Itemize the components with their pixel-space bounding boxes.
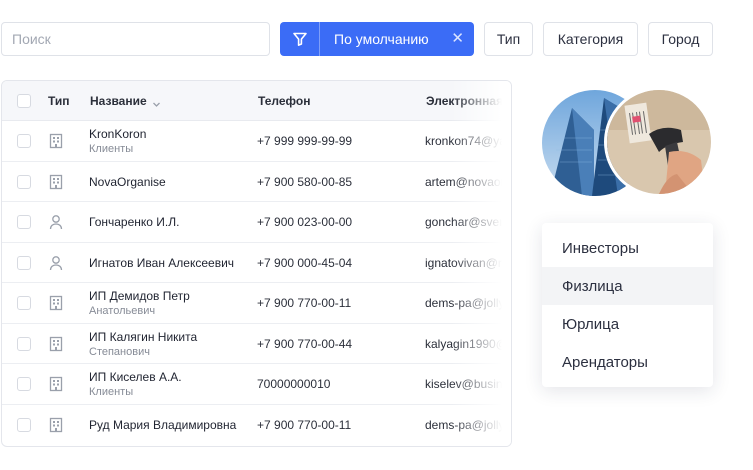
category-menu: Инвесторы Физлица Юрлица Арендаторы xyxy=(542,223,713,387)
row-name-text: NovaOrganise xyxy=(89,174,166,189)
table-row[interactable]: KronKoron Клиенты +7 999 999-99-99 kronkon7… xyxy=(2,121,511,162)
row-phone: +7 900 000-45-04 xyxy=(257,255,353,270)
row-checkbox[interactable] xyxy=(17,174,31,189)
category-filter-chip[interactable]: Категория xyxy=(543,22,638,56)
clear-filter-icon[interactable]: ✕ xyxy=(451,30,464,48)
building-icon xyxy=(49,417,65,435)
person-icon xyxy=(49,255,65,273)
row-checkbox[interactable] xyxy=(17,336,31,351)
row-phone: +7 900 770-00-11 xyxy=(257,417,352,432)
column-header-phone[interactable]: Телефон xyxy=(258,94,310,108)
row-name[interactable]: ИП Демидов Петр Анатольевич xyxy=(89,288,190,319)
menu-item-tenants[interactable]: Арендаторы xyxy=(542,343,713,381)
row-email[interactable]: artem@novaor xyxy=(425,175,505,189)
building-icon xyxy=(49,336,65,354)
table-row[interactable]: ИП Демидов Петр Анатольевич +7 900 770-00-… xyxy=(2,283,511,324)
building-icon xyxy=(49,133,65,151)
type-filter-chip[interactable]: Тип xyxy=(484,22,533,56)
table-row[interactable]: ИП Калягин Никита Степанович +7 900 770-00… xyxy=(2,324,511,364)
row-phone: 70000000010 xyxy=(257,377,331,391)
filter-label: По умолчанию xyxy=(334,31,429,47)
table-header: Тип Название Телефон Электронная xyxy=(2,81,511,121)
row-checkbox[interactable] xyxy=(17,417,31,432)
row-phone: +7 999 999-99-99 xyxy=(257,134,353,148)
select-all-checkbox[interactable] xyxy=(17,94,31,108)
contacts-table: Тип Название Телефон Электронная KronKor… xyxy=(1,80,512,447)
search-input[interactable] xyxy=(1,22,270,56)
table-row[interactable]: Гончаренко И.Л. +7 900 023-00-00 gonchar@s… xyxy=(2,202,511,243)
row-name-text: ИП Киселев А.А. xyxy=(89,370,182,384)
row-name[interactable]: Игнатов Иван Алексеевич xyxy=(89,255,234,271)
column-header-email[interactable]: Электронная xyxy=(426,94,503,108)
building-icon xyxy=(49,174,65,192)
city-filter-chip[interactable]: Город xyxy=(648,22,713,56)
row-subtitle: Клиенты xyxy=(89,143,134,155)
row-name-text: ИП Демидов Петр xyxy=(89,289,190,303)
row-subtitle: Степанович xyxy=(89,345,150,358)
table-row[interactable]: ИП Киселев А.А. Клиенты 70000000010 kiselev… xyxy=(2,364,511,405)
default-filter-button[interactable]: По умолчанию ✕ xyxy=(280,22,474,56)
row-checkbox[interactable] xyxy=(17,134,31,148)
menu-item-investors[interactable]: Инвесторы xyxy=(542,229,713,267)
table-row[interactable]: Руд Мария Владимировна +7 900 770-00-11 de… xyxy=(2,405,511,446)
row-email[interactable]: kronkon74@ya xyxy=(425,134,506,148)
row-name[interactable]: Гончаренко И.Л. xyxy=(89,214,179,230)
row-name[interactable]: KronKoron Клиенты xyxy=(89,126,146,157)
row-checkbox[interactable] xyxy=(17,296,31,310)
table-row[interactable]: NovaOrganise +7 900 580-00-85 artem@novaor xyxy=(2,162,511,202)
row-name-text: KronKoron xyxy=(89,127,147,141)
row-name-text: ИП Калягин Никита xyxy=(89,329,198,344)
row-name[interactable]: NovaOrganise xyxy=(89,174,166,190)
row-name-text: Игнатов Иван Алексеевич xyxy=(89,255,235,270)
barcode-scanner-photo xyxy=(604,87,714,197)
row-name-text: Гончаренко И.Л. xyxy=(89,215,180,229)
row-email[interactable]: ignatovivan@r xyxy=(425,256,502,270)
row-email[interactable]: dems-pa@jolly xyxy=(425,296,505,310)
menu-item-legal-entities[interactable]: Юрлица xyxy=(542,305,713,343)
chevron-down-icon[interactable] xyxy=(152,96,161,114)
row-subtitle: Клиенты xyxy=(89,386,134,398)
row-phone: +7 900 580-00-85 xyxy=(257,174,353,189)
row-checkbox[interactable] xyxy=(17,215,31,229)
person-icon xyxy=(49,214,65,232)
filter-icon xyxy=(280,22,320,56)
row-phone: +7 900 770-00-44 xyxy=(257,336,353,351)
row-phone: +7 900 770-00-11 xyxy=(257,296,352,310)
row-phone: +7 900 023-00-00 xyxy=(257,215,353,229)
row-name[interactable]: ИП Киселев А.А. Клиенты xyxy=(89,369,182,400)
row-checkbox[interactable] xyxy=(17,255,31,270)
row-email[interactable]: gonchar@sven xyxy=(425,215,506,229)
building-icon xyxy=(49,376,65,394)
row-checkbox[interactable] xyxy=(17,377,31,391)
building-icon xyxy=(49,295,65,313)
column-header-name[interactable]: Название xyxy=(90,94,147,108)
row-email[interactable]: kiselev@busin xyxy=(425,377,503,391)
row-name-text: Руд Мария Владимировна xyxy=(89,417,237,432)
table-row[interactable]: Игнатов Иван Алексеевич +7 900 000-45-04 i… xyxy=(2,243,511,283)
row-email[interactable]: dems-pa@jolly xyxy=(425,418,505,432)
row-name[interactable]: ИП Калягин Никита Степанович xyxy=(89,329,197,360)
row-name[interactable]: Руд Мария Владимировна xyxy=(89,417,236,433)
column-header-type[interactable]: Тип xyxy=(48,94,70,108)
row-email[interactable]: kalyagin1990@ xyxy=(425,337,508,351)
menu-item-individuals[interactable]: Физлица xyxy=(542,267,713,305)
row-subtitle: Анатольевич xyxy=(89,305,156,317)
